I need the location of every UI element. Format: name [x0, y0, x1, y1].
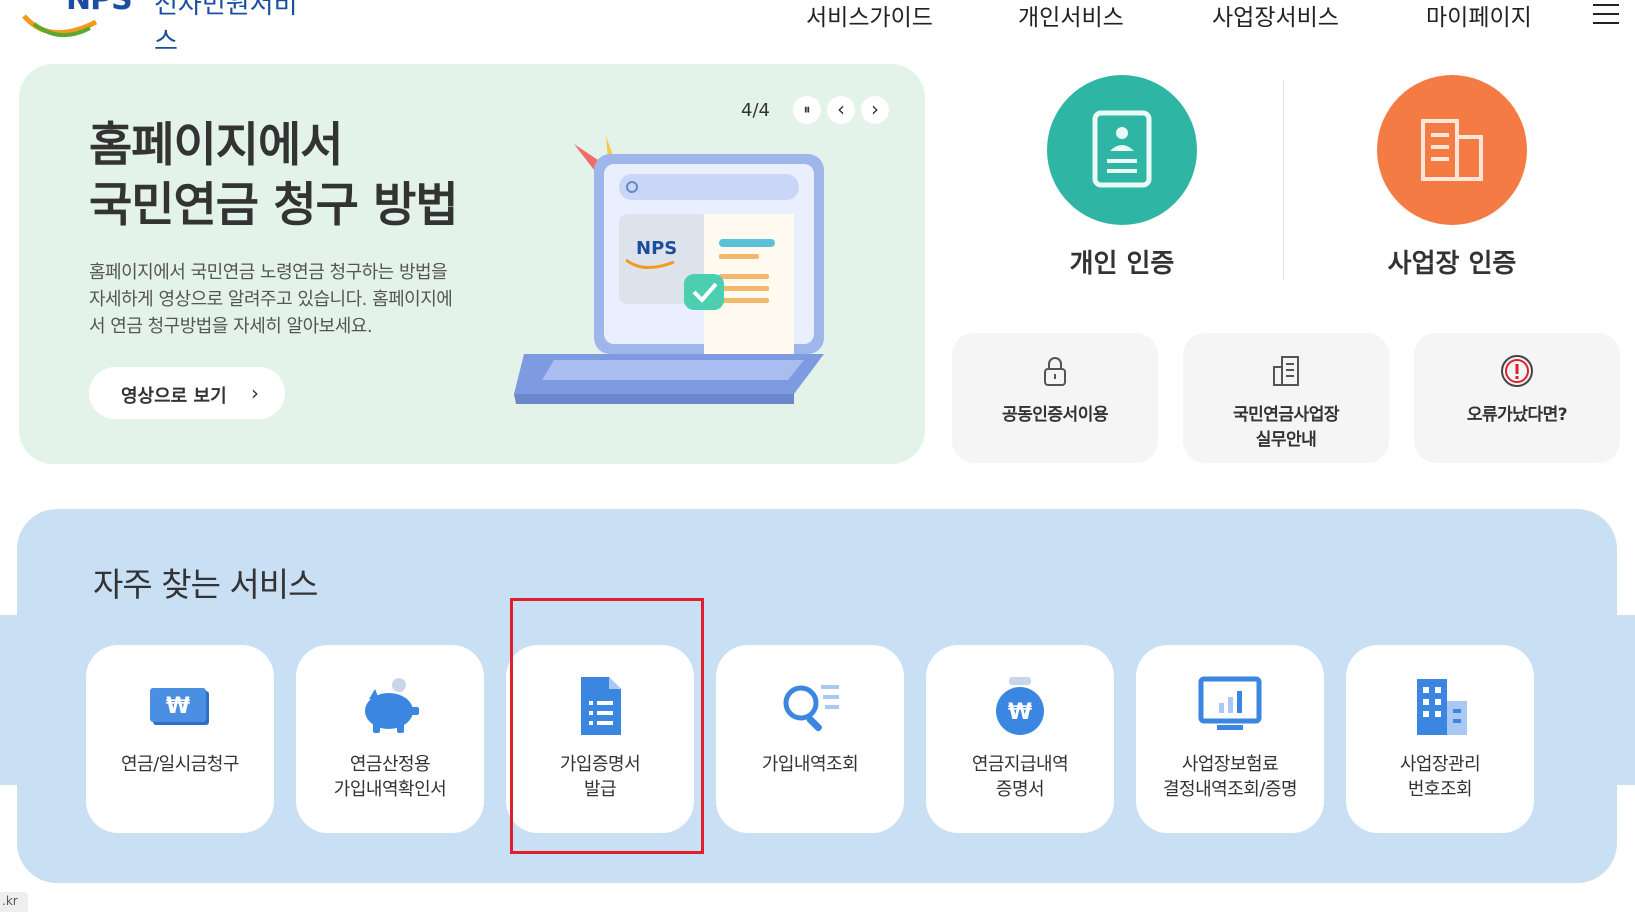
- banner-desc-line: 홈페이지에서 국민연금 노령연금 청구하는 방법을: [89, 262, 448, 283]
- service-label-line: 가입증명서: [559, 754, 641, 775]
- alert-icon: [1501, 355, 1533, 387]
- service-label: 가입내역조회: [716, 752, 904, 777]
- quick-label-line: 실무안내: [1255, 430, 1317, 450]
- promo-banner: 홈페이지에서 국민연금 청구 방법 홈페이지에서 국민연금 노령연금 청구하는 …: [19, 64, 925, 464]
- service-label-line: 증명서: [995, 779, 1045, 800]
- service-label: 사업장보험료 결정내역조회/증명: [1136, 752, 1324, 802]
- document-building-icon: [1273, 356, 1299, 386]
- nav-personal-service[interactable]: 개인서비스: [1018, 0, 1124, 32]
- personal-auth-label: 개인 인증: [1069, 249, 1175, 279]
- business-guide-card[interactable]: 국민연금사업장 실무안내: [1183, 333, 1389, 463]
- service-pension-calc-record[interactable]: 연금산정용 가입내역확인서: [296, 645, 484, 833]
- business-auth-button[interactable]: [1377, 75, 1527, 225]
- banner-pager: 4/4: [741, 100, 770, 121]
- service-label: 연금지급내역 증명서: [926, 752, 1114, 802]
- nav-business-service[interactable]: 사업장서비스: [1212, 0, 1339, 32]
- banner-desc-line: 자세하게 영상으로 알려주고 있습니다. 홈페이지에: [89, 289, 453, 310]
- id-card-icon: [1092, 110, 1152, 188]
- money-bag-icon: ₩: [996, 677, 1044, 735]
- watch-video-button[interactable]: 영상으로 보기 ›: [89, 367, 285, 419]
- divider: [1283, 80, 1284, 280]
- error-help-card[interactable]: 오류가났다면?: [1414, 333, 1620, 463]
- personal-auth[interactable]: 개인 인증: [1032, 75, 1212, 280]
- quick-label: 오류가났다면?: [1414, 403, 1620, 428]
- quick-label-line: 국민연금사업장: [1233, 405, 1339, 425]
- service-pension-claim[interactable]: ₩ 연금/일시금청구: [86, 645, 274, 833]
- building-icon: [1421, 119, 1483, 181]
- business-auth[interactable]: 사업장 인증: [1362, 75, 1542, 280]
- service-label-line: 사업장관리: [1399, 754, 1481, 775]
- service-label-line: 가입내역조회: [761, 754, 859, 775]
- hamburger-menu-icon[interactable]: [1593, 4, 1619, 24]
- banner-title-line: 국민연금 청구 방법: [89, 178, 459, 233]
- header: NPS 전자민원서비스 서비스가이드 개인서비스 사업장서비스 마이페이지: [0, 0, 1635, 57]
- banner-title: 홈페이지에서 국민연금 청구 방법: [89, 116, 459, 236]
- banner-description: 홈페이지에서 국민연금 노령연금 청구하는 방법을 자세하게 영상으로 알려주고…: [89, 259, 519, 340]
- service-enrollment-certificate[interactable]: 가입증명서 발급: [506, 645, 694, 833]
- laptop-illustration-icon: NPS: [514, 136, 824, 404]
- chevron-right-icon: ›: [251, 381, 259, 405]
- quick-label-line: 오류가났다면?: [1466, 405, 1568, 425]
- banner-desc-line: 서 연금 청구방법을 자세히 알아보세요.: [89, 316, 373, 337]
- banner-title-line: 홈페이지에서: [89, 118, 343, 173]
- monitor-chart-icon: [1198, 676, 1262, 730]
- service-label-line: 사업장보험료: [1181, 754, 1279, 775]
- service-label-line: 번호조회: [1407, 779, 1473, 800]
- business-auth-label: 사업장 인증: [1387, 249, 1517, 279]
- quick-label: 국민연금사업장 실무안내: [1183, 403, 1389, 453]
- service-business-number-lookup[interactable]: 사업장관리 번호조회: [1346, 645, 1534, 833]
- piggy-bank-icon: [365, 678, 419, 733]
- service-label-line: 가입내역확인서: [333, 779, 447, 800]
- nav-service-guide[interactable]: 서비스가이드: [806, 0, 933, 32]
- next-arrow-icon[interactable]: ›: [861, 96, 889, 124]
- pause-icon[interactable]: ⏸: [793, 96, 821, 124]
- joint-certificate-card[interactable]: 공동인증서이용: [952, 333, 1158, 463]
- won-symbol: ₩: [166, 694, 190, 719]
- service-label-line: 연금산정용: [349, 754, 431, 775]
- search-list-icon: [783, 685, 839, 732]
- money-bill-icon: ₩: [150, 688, 209, 725]
- service-pension-payment-certificate[interactable]: ₩ 연금지급내역 증명서: [926, 645, 1114, 833]
- status-url: .kr: [0, 892, 28, 912]
- prev-arrow-icon[interactable]: ‹: [827, 96, 855, 124]
- service-business-premium[interactable]: 사업장보험료 결정내역조회/증명: [1136, 645, 1324, 833]
- frequent-services-title: 자주 찾는 서비스: [93, 565, 318, 604]
- service-label-line: 연금지급내역: [971, 754, 1069, 775]
- quick-label-line: 공동인증서이용: [1002, 405, 1108, 425]
- won-symbol: ₩: [1008, 700, 1032, 725]
- service-label: 가입증명서 발급: [506, 752, 694, 802]
- personal-auth-button[interactable]: [1047, 75, 1197, 225]
- lock-icon: [1044, 357, 1066, 386]
- service-enrollment-history[interactable]: 가입내역조회: [716, 645, 904, 833]
- service-label-line: 발급: [583, 779, 617, 800]
- logo-mark: NPS: [66, 0, 133, 17]
- service-label: 연금산정용 가입내역확인서: [296, 752, 484, 802]
- logo-service-name: 전자민원서비스: [154, 0, 298, 57]
- service-label-line: 결정내역조회/증명: [1162, 779, 1298, 800]
- document-icon: [581, 677, 621, 735]
- building-icon: [1417, 679, 1467, 735]
- service-label: 연금/일시금청구: [86, 752, 274, 777]
- nps-logo[interactable]: NPS 전자민원서비스: [20, 0, 320, 57]
- nav-my-page[interactable]: 마이페이지: [1426, 0, 1532, 32]
- illus-logo: NPS: [636, 238, 677, 259]
- watch-video-label: 영상으로 보기: [121, 386, 227, 407]
- service-label-line: 연금/일시금청구: [121, 754, 239, 775]
- service-label: 사업장관리 번호조회: [1346, 752, 1534, 802]
- quick-label: 공동인증서이용: [952, 403, 1158, 428]
